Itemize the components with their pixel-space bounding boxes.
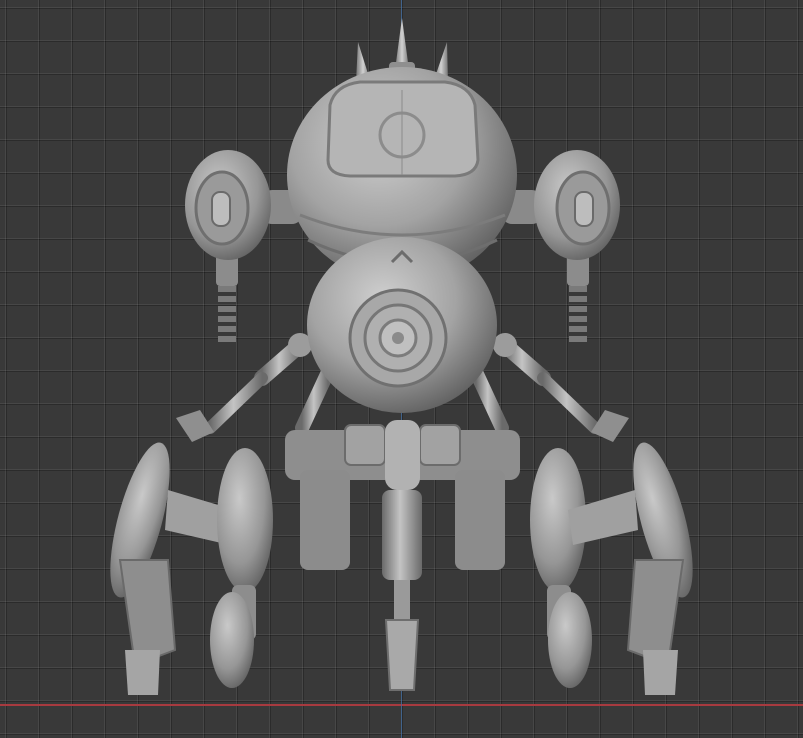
3d-viewport[interactable] — [0, 0, 803, 738]
right-ear-pod — [502, 150, 620, 342]
right-arm — [493, 333, 629, 442]
robot-torso — [307, 237, 497, 413]
center-leg — [382, 490, 422, 691]
left-ear-pod — [185, 150, 302, 342]
left-arm — [176, 333, 312, 442]
robot-spider-model[interactable] — [0, 0, 803, 738]
right-leg — [530, 448, 592, 688]
left-leg — [210, 448, 273, 688]
